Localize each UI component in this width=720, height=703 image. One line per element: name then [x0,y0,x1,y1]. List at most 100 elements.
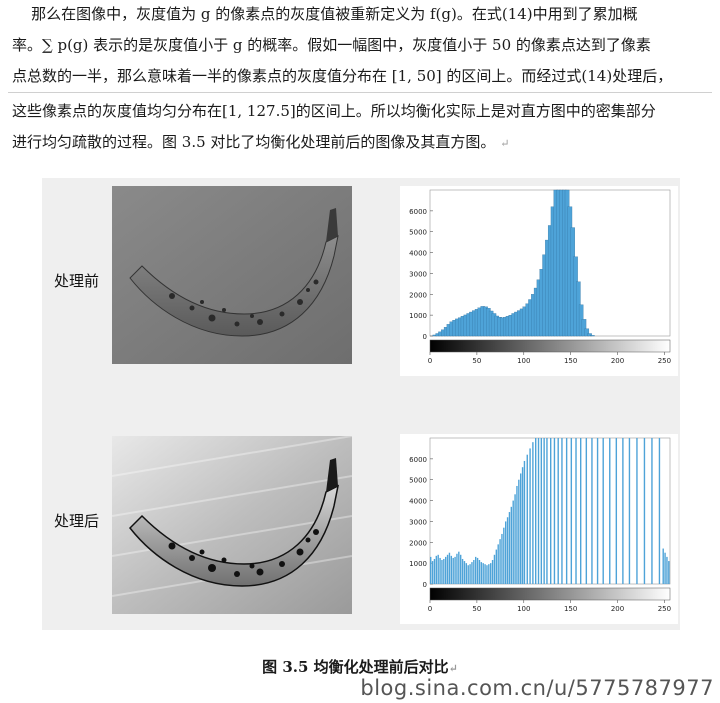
paragraph-2-line-1: 这些像素点的灰度值均匀分布在[1, 127.5]的区间上。所以均衡化实际上是对直… [12,102,656,120]
histogram-bar [622,438,624,584]
histogram-bar [662,548,664,584]
histogram-bar [523,460,526,584]
histogram-bar [445,556,447,584]
histogram-bar [495,549,498,584]
watermark: blog.sina.com.cn/u/5775787977 [360,676,714,700]
y-tick-label: 1000 [409,312,427,320]
histogram-bar [497,544,499,584]
x-tick-label: 0 [428,605,432,613]
histogram-bar [435,555,438,584]
figure-panel: 处理前 处理后 0 1000 2000 3000 4000 5000 6000 … [42,178,680,630]
histogram-bar [461,558,464,584]
histogram-bar [609,438,611,584]
histogram-bar [490,563,492,584]
x-tick-label: 100 [517,605,530,613]
histogram-bar [443,558,445,584]
y-tick-label: 6000 [409,208,427,216]
histogram-bar [433,558,436,584]
banana-photo-before [112,186,352,364]
histogram-bar [512,500,514,584]
histogram-bar [450,555,453,584]
histogram-bar [508,512,511,584]
histogram-bar [664,552,666,584]
histogram-bar [553,438,556,584]
histogram-bar [491,560,494,584]
paragraph-mark-icon: ↵ [448,662,458,675]
histogram-bar [460,554,462,584]
x-tick-label: 200 [611,605,624,613]
y-tick-label: 0 [423,581,427,589]
x-tick-label: 250 [658,605,671,613]
paragraph-1-line-3: 点总数的一半，那么意味着一半的像素点的灰度值分布在 [1, 50] 的区间上。而… [12,67,673,85]
histogram-bar [505,521,507,584]
paragraph-2: 这些像素点的灰度值均匀分布在[1, 127.5]的区间上。所以均衡化实际上是对直… [12,96,712,158]
histogram-bar [537,438,540,584]
gray-level-gradient-bar [429,339,671,353]
histogram-bar [518,479,520,584]
histogram-after: 0 1000 2000 3000 4000 5000 6000 0 50 100 150 200 250 [400,434,678,624]
y-tick-label: 0 [423,333,427,341]
histogram-bar [452,557,454,584]
histogram-bar [529,448,531,584]
label-after: 处理后 [54,512,100,530]
histogram-bar [521,467,524,584]
histogram-bar [520,473,522,584]
label-before: 处理前 [54,272,100,290]
histogram-bar [580,438,582,584]
x-tick-label: 100 [517,357,530,365]
figure-caption: 图 3.5 均衡化处理前后对比↵ [262,658,458,676]
histogram-bar [565,438,568,584]
histogram-bar [550,438,552,584]
histogram-bar [446,554,449,584]
histogram-bar [499,539,501,584]
paragraph-2-line-2: 进行均匀疏散的过程。图 3.5 对比了均衡化处理前后的图像及其直方图。 ↵ [12,133,510,151]
y-tick-label: 5000 [409,229,427,237]
histogram-bar [503,527,505,584]
histogram-bar [465,563,468,584]
banana-photo-after [112,436,352,614]
histogram-bar [478,560,481,584]
page-separator [8,92,712,93]
histogram-bar [516,485,518,584]
y-tick-label: 4000 [409,250,427,258]
histogram-bar [506,517,509,584]
histogram-bar [493,554,496,584]
x-tick-label: 50 [472,357,481,365]
histogram-bar [439,557,441,584]
histogram-bar [514,494,516,584]
histogram-before: 0 1000 2000 3000 4000 5000 6000 0 50 100 150 200 250 [400,186,678,376]
y-tick-label: 5000 [409,477,427,485]
histogram-bar [590,335,595,337]
histogram-bar [628,438,631,584]
y-tick-label: 2000 [409,539,427,547]
histogram-bar [456,553,458,584]
x-tick-label: 150 [564,605,577,613]
histogram-bar [666,556,668,584]
y-tick-label: 4000 [409,498,427,506]
x-tick-label: 250 [658,357,671,365]
histogram-bar [575,438,577,584]
paragraph-mark-icon: ↵ [500,137,510,150]
y-tick-label: 6000 [409,456,427,464]
y-tick-label: 1000 [409,560,427,568]
x-tick-label: 150 [564,357,577,365]
histogram-bar [430,556,432,584]
histogram-bar [526,454,528,584]
histogram-bar [476,557,479,584]
histogram-bar [448,552,451,584]
paragraph-1-line-2: 率。∑ p(g) 表示的是灰度值小于 g 的概率。假如一幅图中，灰度值小于 50… [12,36,651,54]
histogram-bar [463,561,466,584]
histogram-bar [658,438,661,584]
histogram-bar [643,438,646,584]
histogram-bar [535,438,537,584]
histogram-bar [602,438,604,584]
histogram-bar [480,562,483,584]
histogram-bar [431,561,434,584]
histogram-bar [510,506,513,584]
y-tick-label: 3000 [409,518,427,526]
histogram-before-chart: 0 1000 2000 3000 4000 5000 6000 0 50 100 150 200 250 [409,189,671,365]
histogram-bar [543,438,545,584]
histogram-bar [636,438,638,584]
y-tick-label: 2000 [409,291,427,299]
histogram-bar [591,438,593,584]
